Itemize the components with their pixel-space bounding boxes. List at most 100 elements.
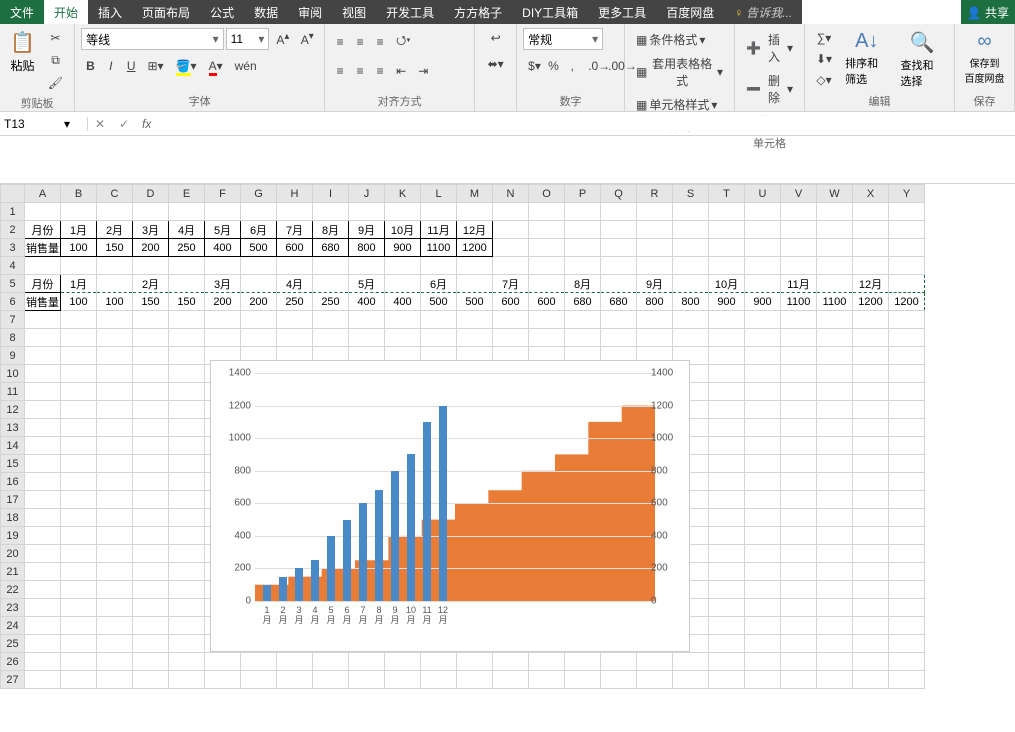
cell-A9[interactable]	[25, 347, 61, 365]
cell-N2[interactable]	[493, 221, 529, 239]
align-center-button[interactable]: ≡	[351, 61, 369, 81]
cell-E1[interactable]	[169, 203, 205, 221]
tab-diy[interactable]: DIY工具箱	[512, 0, 588, 24]
table-format-button[interactable]: ▦套用表格格式▾	[631, 52, 728, 92]
cell-C18[interactable]	[97, 509, 133, 527]
name-box-input[interactable]	[4, 117, 64, 131]
cell-X12[interactable]	[853, 401, 889, 419]
cell-E17[interactable]	[169, 491, 205, 509]
cell-C11[interactable]	[97, 383, 133, 401]
cell-U12[interactable]	[745, 401, 781, 419]
cell-B9[interactable]	[61, 347, 97, 365]
cell-D1[interactable]	[133, 203, 169, 221]
cell-I6[interactable]: 250	[313, 293, 349, 311]
cell-U15[interactable]	[745, 455, 781, 473]
cell-E6[interactable]: 150	[169, 293, 205, 311]
cell-G8[interactable]	[241, 329, 277, 347]
cell-B12[interactable]	[61, 401, 97, 419]
cell-B14[interactable]	[61, 437, 97, 455]
cell-I3[interactable]: 680	[313, 239, 349, 257]
cell-T4[interactable]	[709, 257, 745, 275]
cell-K4[interactable]	[385, 257, 421, 275]
cell-G7[interactable]	[241, 311, 277, 329]
cell-U18[interactable]	[745, 509, 781, 527]
cell-W13[interactable]	[817, 419, 853, 437]
cell-L7[interactable]	[421, 311, 457, 329]
cell-U19[interactable]	[745, 527, 781, 545]
cell-H6[interactable]: 250	[277, 293, 313, 311]
cell-P6[interactable]: 680	[565, 293, 601, 311]
cell-U3[interactable]	[745, 239, 781, 257]
cell-D12[interactable]	[133, 401, 169, 419]
cell-C24[interactable]	[97, 617, 133, 635]
cell-B1[interactable]	[61, 203, 97, 221]
cell-U7[interactable]	[745, 311, 781, 329]
cell-T8[interactable]	[709, 329, 745, 347]
cell-U4[interactable]	[745, 257, 781, 275]
cell-T10[interactable]	[709, 365, 745, 383]
cell-U23[interactable]	[745, 599, 781, 617]
cell-S4[interactable]	[673, 257, 709, 275]
cell-X10[interactable]	[853, 365, 889, 383]
cell-T22[interactable]	[709, 581, 745, 599]
cell-A6[interactable]: 销售量	[25, 293, 61, 311]
cell-R4[interactable]	[637, 257, 673, 275]
cell-B5[interactable]: 1月	[61, 275, 97, 293]
cell-C10[interactable]	[97, 365, 133, 383]
cell-D15[interactable]	[133, 455, 169, 473]
cell-A15[interactable]	[25, 455, 61, 473]
cell-L26[interactable]	[421, 653, 457, 671]
cell-W11[interactable]	[817, 383, 853, 401]
cell-F2[interactable]: 5月	[205, 221, 241, 239]
cell-V18[interactable]	[781, 509, 817, 527]
cell-D6[interactable]: 150	[133, 293, 169, 311]
align-right-button[interactable]: ≡	[371, 61, 389, 81]
row-header-19[interactable]: 19	[1, 527, 25, 545]
cell-V13[interactable]	[781, 419, 817, 437]
cell-M2[interactable]: 12月	[457, 221, 493, 239]
cell-B17[interactable]	[61, 491, 97, 509]
cell-C4[interactable]	[97, 257, 133, 275]
cell-E9[interactable]	[169, 347, 205, 365]
cell-C2[interactable]: 2月	[97, 221, 133, 239]
cell-H27[interactable]	[277, 671, 313, 689]
cell-G4[interactable]	[241, 257, 277, 275]
cell-L2[interactable]: 11月	[421, 221, 457, 239]
cell-Y22[interactable]	[889, 581, 925, 599]
cell-O3[interactable]	[529, 239, 565, 257]
cell-A11[interactable]	[25, 383, 61, 401]
cell-D24[interactable]	[133, 617, 169, 635]
cell-K3[interactable]: 900	[385, 239, 421, 257]
cell-L27[interactable]	[421, 671, 457, 689]
cell-K27[interactable]	[385, 671, 421, 689]
cell-W14[interactable]	[817, 437, 853, 455]
save-baidu-button[interactable]: ∞保存到 百度网盘	[961, 28, 1008, 87]
cell-E8[interactable]	[169, 329, 205, 347]
cell-O2[interactable]	[529, 221, 565, 239]
row-header-22[interactable]: 22	[1, 581, 25, 599]
accounting-format-button[interactable]: $▾	[523, 56, 541, 76]
cell-A21[interactable]	[25, 563, 61, 581]
align-middle-button[interactable]: ≡	[351, 32, 369, 52]
cell-S6[interactable]: 800	[673, 293, 709, 311]
cell-Y10[interactable]	[889, 365, 925, 383]
cell-A8[interactable]	[25, 329, 61, 347]
cell-C27[interactable]	[97, 671, 133, 689]
cell-F1[interactable]	[205, 203, 241, 221]
decrease-indent-button[interactable]: ⇤	[391, 61, 411, 81]
cell-M27[interactable]	[457, 671, 493, 689]
cell-C13[interactable]	[97, 419, 133, 437]
cell-U11[interactable]	[745, 383, 781, 401]
cell-Y15[interactable]	[889, 455, 925, 473]
cell-Y17[interactable]	[889, 491, 925, 509]
col-header-I[interactable]: I	[313, 185, 349, 203]
cell-N7[interactable]	[493, 311, 529, 329]
cell-A4[interactable]	[25, 257, 61, 275]
cell-V24[interactable]	[781, 617, 817, 635]
cell-Y1[interactable]	[889, 203, 925, 221]
cell-D5[interactable]: 2月	[133, 275, 169, 293]
cell-K6[interactable]: 400	[385, 293, 421, 311]
row-header-16[interactable]: 16	[1, 473, 25, 491]
cell-J6[interactable]: 400	[349, 293, 385, 311]
tab-fangfang[interactable]: 方方格子	[444, 0, 512, 24]
